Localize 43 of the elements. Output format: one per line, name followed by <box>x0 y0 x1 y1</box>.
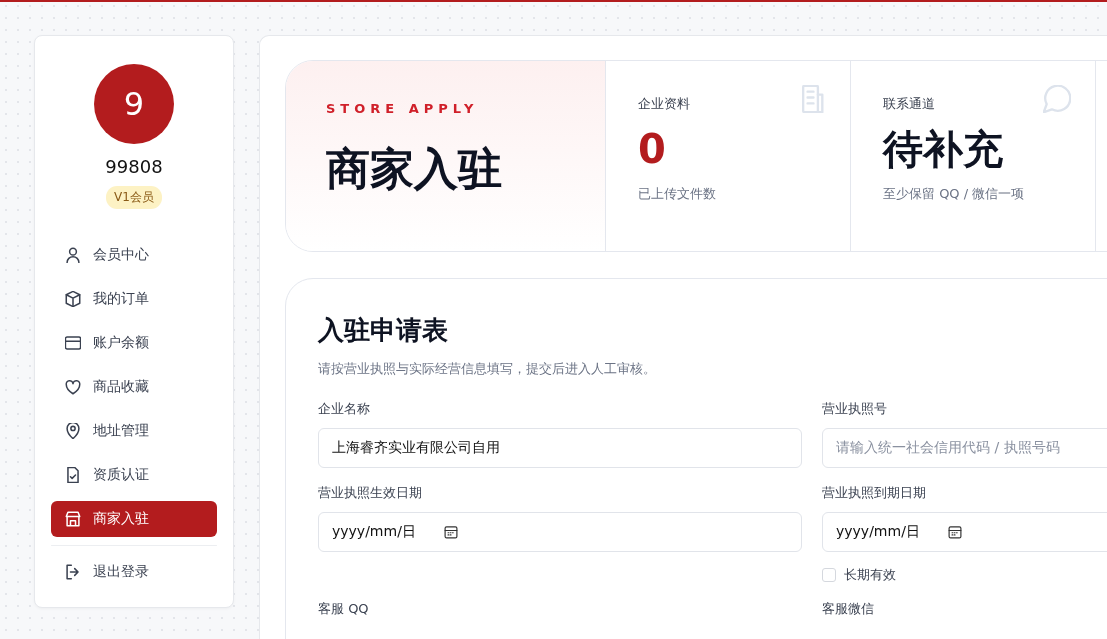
stat-label: 联系通道 <box>883 95 936 113</box>
field-label: 客服微信 <box>822 600 875 618</box>
form-subtitle: 请按营业执照与实际经营信息填写，提交后进入人工审核。 <box>318 360 657 378</box>
stat-note: 至少保留 QQ / 微信一项 <box>883 185 1026 203</box>
field-label: 营业执照到期日期 <box>822 484 927 502</box>
box-icon <box>65 291 81 307</box>
field-label: 营业执照生效日期 <box>318 484 423 502</box>
field-label: 企业名称 <box>318 400 371 418</box>
sidebar-item[interactable]: 资质认证 <box>51 457 217 493</box>
sidebar-item[interactable]: 地址管理 <box>51 413 217 449</box>
store-icon <box>65 511 81 527</box>
date-field[interactable]: yyyy/mm/日 <box>318 512 802 552</box>
logout-item[interactable]: 退出登录 <box>51 554 217 590</box>
date-field[interactable]: yyyy/mm/日 <box>822 512 1107 552</box>
stat-label: 企业资料 <box>638 95 691 113</box>
logout-icon <box>65 564 81 580</box>
calendar-icon <box>443 525 458 539</box>
document-check-icon <box>65 467 81 483</box>
stat-value: 0 <box>638 125 667 173</box>
sidebar-item[interactable]: 我的订单 <box>51 281 217 317</box>
input-field[interactable]: 上海睿齐实业有限公司自用 <box>318 428 802 468</box>
location-pin-icon <box>65 423 81 439</box>
card-icon <box>65 335 81 351</box>
sidebar-item[interactable]: 会员中心 <box>51 237 217 273</box>
chat-bubble-icon <box>1043 85 1071 113</box>
avatar: 9 <box>94 64 174 144</box>
heart-icon <box>65 379 81 395</box>
checkbox-label: 长期有效 <box>844 566 896 584</box>
stat-note: 已上传文件数 <box>638 185 717 203</box>
sidebar-item[interactable]: 账户余额 <box>51 325 217 361</box>
member-level-badge: V1会员 <box>106 186 162 209</box>
form-title: 入驻申请表 <box>318 314 449 347</box>
field-label: 客服 QQ <box>318 600 370 618</box>
page-title: 商家入驻 <box>326 142 503 196</box>
username: 99808 <box>105 156 163 177</box>
checkbox[interactable] <box>822 568 836 582</box>
sidebar-item[interactable]: 商家入驻 <box>51 501 217 537</box>
stat-value: 待补充 <box>883 125 1004 173</box>
sidebar-item[interactable]: 商品收藏 <box>51 369 217 405</box>
eyebrow-text: STORE APPLY <box>326 101 480 116</box>
field-label: 营业执照号 <box>822 400 888 418</box>
calendar-icon <box>947 525 962 539</box>
user-icon <box>65 247 81 263</box>
